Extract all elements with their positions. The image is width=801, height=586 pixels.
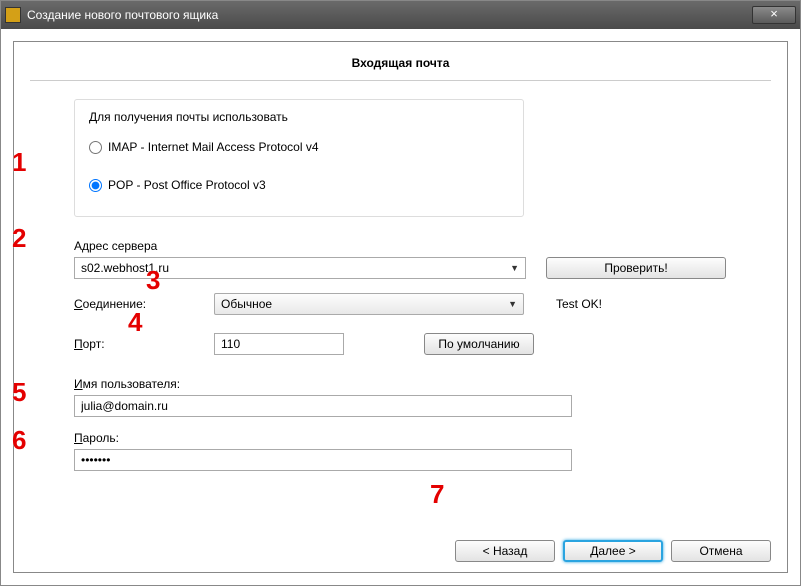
button-bar: < Назад Далее > Отмена — [14, 530, 787, 572]
cancel-button[interactable]: Отмена — [671, 540, 771, 562]
radio-imap-input[interactable] — [89, 141, 102, 154]
connection-status: Test OK! — [556, 297, 602, 311]
next-button[interactable]: Далее > — [563, 540, 663, 562]
password-input[interactable] — [74, 449, 572, 471]
connection-label: ССоединение:оединение: — [74, 297, 214, 311]
protocol-group: Для получения почты использовать IMAP - … — [74, 99, 524, 217]
username-label: Имя пользователя: — [74, 377, 757, 391]
port-label: Порт: — [74, 337, 214, 351]
content-area: 1 2 3 4 5 6 7 Для получения почты исполь… — [14, 81, 787, 530]
chevron-down-icon: ▼ — [508, 299, 517, 309]
port-input[interactable] — [214, 333, 344, 355]
connection-value: Обычное — [221, 297, 272, 311]
server-combo[interactable]: s02.webhost1.ru ▼ — [74, 257, 526, 279]
verify-button[interactable]: Проверить! — [546, 257, 726, 279]
annotation-marker-7: 7 — [430, 479, 444, 510]
annotation-marker-6: 6 — [12, 425, 26, 456]
password-label: Пароль: — [74, 431, 757, 445]
port-row: Порт: По умолчанию — [74, 333, 757, 355]
protocol-group-label: Для получения почты использовать — [89, 110, 509, 124]
app-icon — [5, 7, 21, 23]
titlebar: Создание нового почтового ящика × — [1, 1, 800, 29]
inner-panel: Входящая почта 1 2 3 4 5 6 7 Для получен… — [13, 41, 788, 573]
server-block: Адрес сервера s02.webhost1.ru ▼ Проверит… — [74, 239, 757, 279]
radio-pop[interactable]: POP - Post Office Protocol v3 — [89, 172, 509, 198]
wizard-window: Создание нового почтового ящика × Входящ… — [0, 0, 801, 586]
chevron-down-icon: ▼ — [510, 263, 519, 273]
annotation-marker-2: 2 — [12, 223, 26, 254]
annotation-marker-4: 4 — [128, 307, 142, 338]
username-input[interactable] — [74, 395, 572, 417]
annotation-marker-1: 1 — [12, 147, 26, 178]
connection-combo[interactable]: Обычное ▼ — [214, 293, 524, 315]
server-label: Адрес сервера — [74, 239, 757, 253]
annotation-marker-3: 3 — [146, 265, 160, 296]
close-button[interactable]: × — [752, 6, 796, 24]
page-title: Входящая почта — [14, 42, 787, 80]
back-button[interactable]: < Назад — [455, 540, 555, 562]
default-port-button[interactable]: По умолчанию — [424, 333, 534, 355]
radio-imap-label: IMAP - Internet Mail Access Protocol v4 — [108, 140, 319, 154]
outer-frame: Входящая почта 1 2 3 4 5 6 7 Для получен… — [1, 29, 800, 585]
username-block: Имя пользователя: — [74, 377, 757, 417]
annotation-marker-5: 5 — [12, 377, 26, 408]
window-title: Создание нового почтового ящика — [27, 8, 752, 22]
radio-pop-input[interactable] — [89, 179, 102, 192]
radio-imap[interactable]: IMAP - Internet Mail Access Protocol v4 — [89, 134, 509, 160]
radio-pop-label: POP - Post Office Protocol v3 — [108, 178, 266, 192]
connection-row: ССоединение:оединение: Обычное ▼ Test OK… — [74, 293, 757, 315]
password-block: Пароль: — [74, 431, 757, 471]
